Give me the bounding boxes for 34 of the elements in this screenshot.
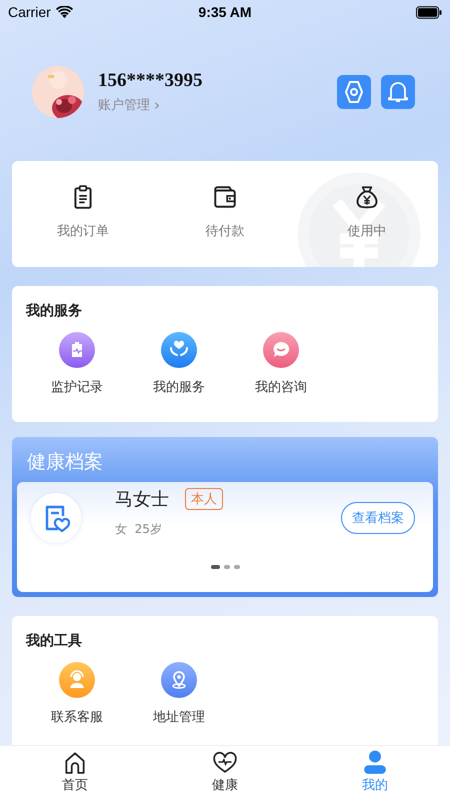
person-icon xyxy=(362,749,388,775)
chevron-icon: › xyxy=(154,96,160,114)
wallet-icon xyxy=(212,184,238,210)
bell-button[interactable] xyxy=(381,75,415,109)
relation-tag: 本人 xyxy=(185,488,223,510)
order-status-link[interactable]: 我的订单 xyxy=(57,222,109,240)
tab[interactable]: 首页 xyxy=(0,746,150,800)
money-bag-icon xyxy=(354,184,380,210)
person-details: 女 25岁 xyxy=(115,520,163,538)
section-title: 我的服务 xyxy=(26,302,83,320)
carrier-name: Carrier xyxy=(8,4,51,20)
service-link[interactable]: 监护记录 xyxy=(51,378,103,396)
tool-link[interactable]: 地址管理 xyxy=(153,708,205,726)
settings-button[interactable] xyxy=(337,75,371,109)
section-title: 我的工具 xyxy=(26,632,83,650)
chat-bubble-icon xyxy=(263,332,299,368)
settings-icon xyxy=(342,80,366,104)
tool-link[interactable]: 联系客服 xyxy=(51,708,103,726)
service-link[interactable]: 我的服务 xyxy=(153,378,205,396)
bell-icon xyxy=(386,80,410,104)
location-pin-icon xyxy=(161,662,197,698)
headset-person-icon xyxy=(59,662,95,698)
order-status-link[interactable]: 使用中 xyxy=(348,222,386,240)
order-status-link[interactable]: 待付款 xyxy=(206,222,244,240)
heart-pulse-icon xyxy=(212,749,238,775)
clipboard-pulse-icon xyxy=(59,332,95,368)
phone-number: 156****3995 xyxy=(98,70,204,92)
section-title: 健康档案 xyxy=(26,450,104,475)
wifi-icon xyxy=(56,6,73,18)
clock-time: 9:35 AM xyxy=(198,4,252,20)
service-link[interactable]: 我的咨询 xyxy=(255,378,307,396)
battery-icon xyxy=(416,6,442,18)
person-name: 马女士 xyxy=(115,488,169,510)
tab[interactable]: 健康 xyxy=(150,746,300,800)
